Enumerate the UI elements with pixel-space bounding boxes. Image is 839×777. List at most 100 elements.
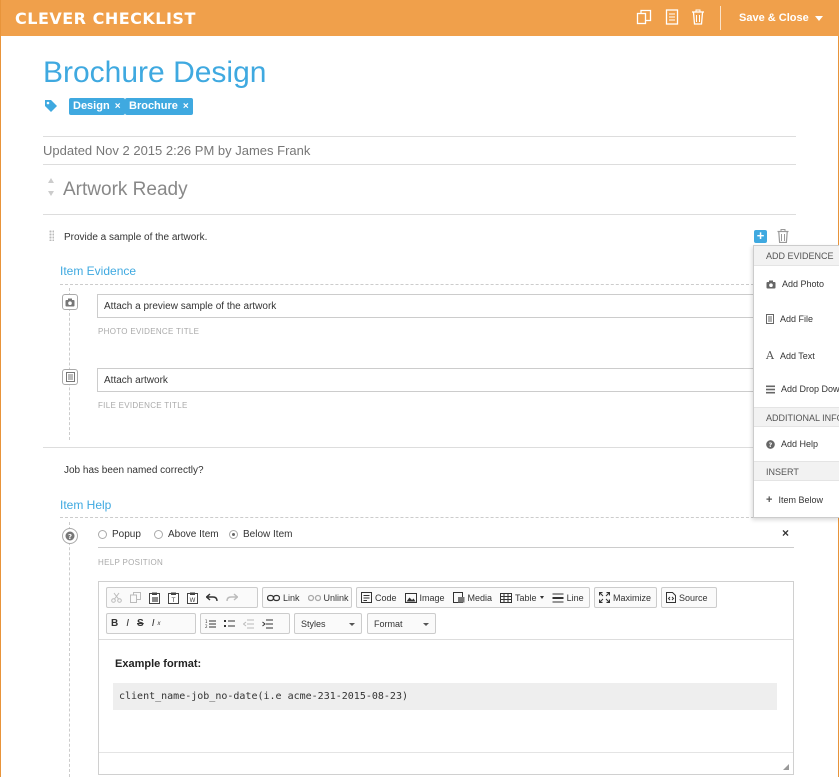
basic-styles-group: B I S Ix (106, 613, 196, 634)
link-label: Link (283, 592, 300, 603)
line-button[interactable]: Line (548, 588, 588, 607)
menu-item-label: Add File (780, 314, 814, 324)
add-button[interactable]: + (754, 229, 767, 243)
camera-icon (62, 294, 78, 310)
photo-evidence-title-input[interactable] (97, 294, 757, 318)
svg-text:W: W (190, 597, 196, 604)
link-button[interactable]: Link (263, 588, 304, 607)
radio-label-above-item: Above Item (168, 529, 219, 540)
copy-icon[interactable] (126, 588, 145, 607)
help-icon: ? (766, 439, 775, 449)
table-label: Table (515, 592, 537, 603)
top-bar: CLEVER CHECKLIST Save & Close (1, 0, 839, 36)
source-button[interactable]: Source (662, 588, 712, 607)
item-help-label: Item Help (60, 498, 112, 512)
media-button[interactable]: Media (449, 588, 497, 607)
menu-item-add-text[interactable]: A Add Text (766, 349, 815, 362)
sort-down-icon[interactable] (48, 191, 54, 196)
maximize-label: Maximize (613, 592, 652, 603)
divider (43, 164, 796, 165)
redo-icon[interactable] (222, 588, 242, 607)
media-icon (452, 592, 465, 603)
undo-icon[interactable] (202, 588, 222, 607)
italic-button[interactable]: I (122, 614, 133, 633)
tag-label: Brochure (129, 100, 178, 112)
app-logo[interactable]: CLEVER CHECKLIST (15, 9, 196, 28)
tag-label: Design (73, 100, 110, 112)
menu-item-item-below[interactable]: + Item Below (766, 494, 823, 506)
divider (43, 214, 796, 215)
styles-select[interactable]: Styles (294, 613, 362, 634)
toolbar-divider (720, 6, 721, 30)
photo-evidence-caption: PHOTO EVIDENCE TITLE (98, 327, 200, 336)
menu-item-add-photo[interactable]: Add Photo (766, 279, 824, 289)
code-button[interactable]: Code (357, 588, 401, 607)
paste-icon[interactable] (145, 588, 164, 607)
divider (43, 136, 796, 137)
unlink-button[interactable]: Unlink (304, 588, 353, 607)
table-button[interactable]: Table (496, 588, 548, 607)
image-label: Image (419, 592, 445, 603)
menu-item-label: Item Below (778, 495, 823, 505)
sort-up-icon[interactable] (48, 178, 54, 183)
numbered-list-icon[interactable]: 12 (201, 614, 220, 633)
copy-icon[interactable] (636, 9, 654, 27)
resize-handle[interactable] (783, 764, 789, 770)
table-icon (500, 592, 513, 603)
remove-format-button[interactable]: Ix (148, 614, 165, 633)
strike-button[interactable]: S (133, 614, 148, 633)
section-title[interactable]: Artwork Ready (63, 179, 188, 201)
source-icon (666, 592, 676, 603)
list-icon (766, 385, 775, 393)
document-icon[interactable] (665, 9, 683, 27)
svg-text:?: ? (769, 442, 773, 449)
menu-item-label: Add Drop Dow (781, 384, 839, 394)
cut-icon[interactable] (107, 588, 126, 607)
file-evidence-title-input[interactable] (97, 368, 757, 392)
bullet-list-icon[interactable] (220, 614, 239, 633)
image-button[interactable]: Image (401, 588, 449, 607)
maximize-button[interactable]: Maximize (595, 588, 655, 607)
drag-handle[interactable] (49, 230, 54, 241)
indent-icon[interactable] (258, 614, 277, 633)
format-select[interactable]: Format (367, 613, 436, 634)
tag-remove-icon[interactable]: × (183, 101, 189, 112)
item-text[interactable]: Job has been named correctly? (64, 465, 204, 476)
styles-label: Styles (301, 619, 326, 629)
svg-text:T: T (171, 597, 176, 604)
trash-icon[interactable] (691, 9, 709, 27)
editor-statusbar (99, 752, 793, 774)
caret-down-icon (349, 623, 355, 626)
format-label: Format (374, 619, 403, 629)
editor-content-code[interactable]: client_name-job_no-date(i.e acme-231-201… (113, 683, 777, 710)
tag-brochure[interactable]: Brochure × (125, 98, 193, 115)
menu-item-label: Add Text (779, 350, 815, 361)
caret-down-icon (539, 596, 544, 599)
radio-above-item[interactable] (154, 530, 163, 539)
paste-text-icon[interactable]: T (164, 588, 183, 607)
menu-item-add-dropdown[interactable]: Add Drop Dow (766, 384, 839, 394)
plus-icon: + (766, 494, 773, 506)
item-text[interactable]: Provide a sample of the artwork. (64, 232, 207, 243)
tag-icon (44, 99, 58, 118)
tag-remove-icon[interactable]: × (115, 101, 121, 112)
media-label: Media (467, 592, 493, 603)
paste-word-icon[interactable]: W (183, 588, 202, 607)
unlink-icon (307, 594, 321, 601)
tag-design[interactable]: Design × (69, 98, 125, 115)
close-help-button[interactable]: × (782, 526, 789, 540)
help-icon: ? (62, 528, 78, 544)
outdent-icon[interactable] (239, 614, 258, 633)
menu-item-add-help[interactable]: ? Add Help (766, 439, 818, 449)
radio-below-item[interactable] (229, 530, 238, 539)
maximize-group: Maximize (594, 587, 657, 608)
page-title[interactable]: Brochure Design (43, 56, 266, 90)
bold-button[interactable]: B (107, 614, 122, 633)
menu-item-add-file[interactable]: Add File (766, 314, 813, 324)
editor-content-heading[interactable]: Example format: (115, 658, 201, 670)
save-close-button[interactable]: Save & Close (739, 12, 809, 24)
divider (60, 517, 794, 518)
code-icon (361, 592, 372, 603)
radio-popup[interactable] (98, 530, 107, 539)
caret-down-icon[interactable] (815, 16, 823, 21)
